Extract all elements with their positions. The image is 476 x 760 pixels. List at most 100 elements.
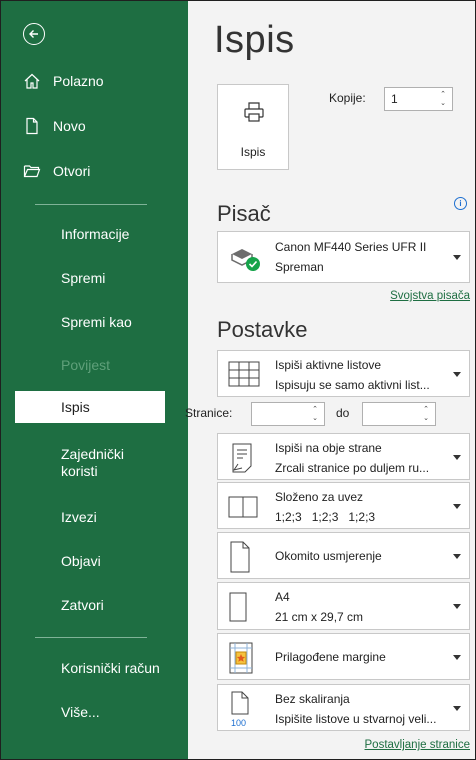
setting-line1: Složeno za uvez	[275, 490, 364, 504]
spin-down-icon[interactable]: ⌄	[421, 414, 431, 423]
sidebar-item-share[interactable]: Zajednički koristi	[1, 445, 151, 481]
chevron-down-icon	[453, 706, 461, 711]
print-button[interactable]: Ispis	[217, 84, 289, 170]
duplex-icon	[232, 443, 252, 473]
page-title: Ispis	[214, 19, 295, 61]
setting-line2: 1;2;3 1;2;3 1;2;3	[275, 510, 376, 524]
pages-label: Stranice:	[185, 406, 233, 420]
printer-name: Canon MF440 Series UFR II	[275, 240, 427, 254]
spin-down-icon[interactable]: ⌄	[310, 414, 320, 423]
chevron-down-icon	[453, 655, 461, 660]
sidebar-item-publish[interactable]: Objavi	[1, 548, 188, 574]
open-folder-icon	[23, 162, 41, 180]
pages-range: Stranice: ⌃ ⌄ do ⌃ ⌄	[185, 402, 438, 426]
sidebar-item-label: Zatvori	[61, 597, 104, 613]
sidebar-item-label: Zajednički koristi	[61, 446, 125, 479]
copies-value: 1	[391, 92, 398, 106]
setting-line1: Prilagođene margine	[275, 650, 386, 664]
setting-line2: Zrcali stranice po duljem ru...	[275, 461, 430, 475]
sidebar-divider	[35, 637, 147, 638]
spin-down-icon[interactable]: ⌄	[438, 99, 448, 108]
sidebar-item-info[interactable]: Informacije	[1, 221, 188, 247]
chevron-down-icon	[453, 455, 461, 460]
sidebar-item-save-as[interactable]: Spremi kao	[1, 309, 188, 335]
pages-from-input[interactable]: ⌃ ⌄	[251, 402, 325, 426]
sidebar-item-new[interactable]: Novo	[1, 113, 188, 139]
sidebar-item-label: Spremi	[61, 270, 106, 286]
printer-properties-link[interactable]: Svojstva pisača	[390, 290, 470, 302]
margins-icon	[229, 642, 253, 674]
sidebar-item-label: Objavi	[61, 553, 101, 569]
sidebar-item-more[interactable]: Više...	[1, 699, 188, 725]
sidebar-item-label: Ispis	[61, 399, 90, 415]
scaling-badge: 100	[231, 718, 247, 728]
page-setup-link[interactable]: Postavljanje stranice	[365, 739, 470, 751]
chevron-down-icon	[453, 554, 461, 559]
spin-up-icon[interactable]: ⌃	[438, 90, 448, 99]
sidebar-item-label: Polazno	[53, 73, 104, 89]
chevron-down-icon	[453, 255, 461, 260]
chevron-down-icon	[453, 504, 461, 509]
sidebar-item-home[interactable]: Polazno	[1, 68, 188, 94]
setting-line1: Bez skaliranja	[275, 692, 350, 706]
back-arrow-icon[interactable]	[23, 23, 45, 45]
sidebar-item-save[interactable]: Spremi	[1, 265, 188, 291]
printer-icon	[244, 102, 264, 122]
spin-up-icon[interactable]: ⌃	[310, 405, 320, 414]
paper-size-dropdown[interactable]: A4 21 cm x 29,7 cm	[217, 582, 470, 630]
sidebar-item-account[interactable]: Korisnički račun	[1, 655, 188, 681]
printer-section-title: Pisač	[217, 201, 271, 226]
sidebar-item-label: Otvori	[53, 163, 91, 179]
sidebar-divider	[35, 204, 147, 205]
sidebar-item-label: Izvezi	[61, 509, 97, 525]
sheet-grid-icon	[228, 361, 260, 387]
copies-label: Kopije:	[329, 91, 366, 105]
chevron-down-icon	[453, 604, 461, 609]
sidebar-item-label: Spremi kao	[61, 314, 132, 330]
backstage-window: Polazno Novo Otvori Informacije Spremi S…	[0, 0, 476, 760]
sidebar-item-close[interactable]: Zatvori	[1, 592, 188, 618]
sidebar-item-open[interactable]: Otvori	[1, 158, 188, 184]
printer-ready-icon	[231, 249, 260, 271]
duplex-dropdown[interactable]: Ispiši na obje strane Zrcali stranice po…	[217, 433, 470, 480]
setting-line2: 21 cm x 29,7 cm	[275, 610, 364, 624]
info-icon[interactable]: i	[454, 197, 467, 210]
copies-input[interactable]: 1 ⌃ ⌄	[384, 87, 453, 111]
chevron-down-icon	[453, 372, 461, 377]
orientation-dropdown[interactable]: Okomito usmjerenje	[217, 532, 470, 579]
setting-line2: Ispisuju se samo aktivni list...	[275, 378, 430, 392]
sidebar-item-label: Više...	[61, 704, 100, 720]
settings-section-title: Postavke	[217, 317, 308, 342]
collate-dropdown[interactable]: Složeno za uvez 1;2;3 1;2;3 1;2;3	[217, 482, 470, 529]
setting-line1: Ispiši na obje strane	[275, 441, 382, 455]
sidebar-item-export[interactable]: Izvezi	[1, 504, 188, 530]
sidebar-item-history: Povijest	[1, 352, 188, 378]
home-icon	[23, 72, 41, 90]
spin-up-icon[interactable]: ⌃	[421, 405, 431, 414]
printer-status: Spreman	[275, 260, 324, 274]
portrait-icon	[230, 541, 250, 573]
backstage-sidebar: Polazno Novo Otvori Informacije Spremi S…	[1, 1, 188, 759]
print-what-dropdown[interactable]: Ispiši aktivne listove Ispisuju se samo …	[217, 350, 470, 397]
sidebar-item-label: Korisnički račun	[61, 660, 160, 676]
printer-dropdown[interactable]: Canon MF440 Series UFR II Spreman	[217, 231, 470, 283]
sidebar-item-label: Informacije	[61, 226, 130, 242]
paper-size-icon	[229, 592, 247, 622]
margins-dropdown[interactable]: Prilagođene margine	[217, 633, 470, 680]
copies-spinner[interactable]: ⌃ ⌄	[438, 90, 448, 108]
setting-line1: Ispiši aktivne listove	[275, 358, 382, 372]
scaling-dropdown[interactable]: 100 Bez skaliranja Ispišite listove u st…	[217, 684, 470, 731]
pages-to-label: do	[336, 406, 350, 420]
sidebar-item-label: Povijest	[61, 357, 111, 373]
pages-from-spinner[interactable]: ⌃ ⌄	[310, 405, 320, 423]
setting-line1: A4	[275, 590, 290, 604]
setting-line2: Ispišite listove u stvarnoj veli...	[275, 712, 437, 726]
new-document-icon	[23, 117, 41, 135]
sidebar-item-print[interactable]: Ispis	[13, 389, 167, 425]
collate-icon	[228, 496, 258, 518]
print-button-label: Ispis	[240, 145, 266, 159]
sidebar-item-label: Novo	[53, 118, 86, 134]
setting-line1: Okomito usmjerenje	[275, 549, 382, 563]
pages-to-spinner[interactable]: ⌃ ⌄	[421, 405, 431, 423]
pages-to-input[interactable]: ⌃ ⌄	[362, 402, 436, 426]
